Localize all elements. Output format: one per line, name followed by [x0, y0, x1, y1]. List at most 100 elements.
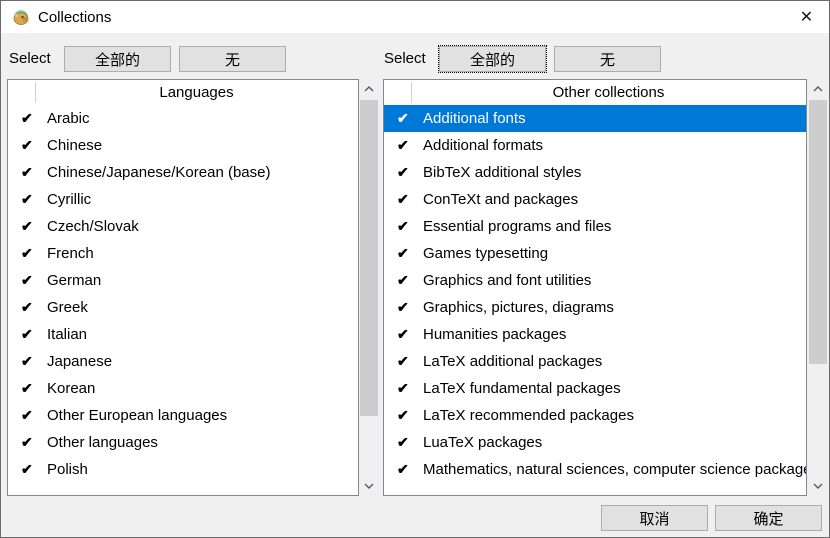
select-none-languages-button[interactable]: 无 [179, 46, 286, 72]
scroll-down-icon[interactable] [808, 476, 828, 496]
window-title: Collections [38, 9, 111, 26]
list-item-label: Japanese [47, 353, 112, 370]
list-item-label: Humanities packages [423, 326, 566, 343]
select-none-collections-button[interactable]: 无 [554, 46, 661, 72]
check-icon: ✔ [8, 407, 47, 424]
list-item[interactable]: ✔LuaTeX packages [384, 429, 806, 456]
texlive-lion-icon [12, 8, 30, 26]
check-icon: ✔ [384, 110, 423, 127]
list-item[interactable]: ✔Other languages [8, 429, 358, 456]
list-item[interactable]: ✔LaTeX recommended packages [384, 402, 806, 429]
check-icon: ✔ [8, 272, 47, 289]
close-button[interactable]: ✕ [784, 1, 829, 33]
list-item[interactable]: ✔Essential programs and files [384, 213, 806, 240]
check-icon: ✔ [384, 407, 423, 424]
list-item[interactable]: ✔Japanese [8, 348, 358, 375]
list-item[interactable]: ✔LaTeX additional packages [384, 348, 806, 375]
check-icon: ✔ [384, 353, 423, 370]
list-item-label: French [47, 245, 94, 262]
check-icon: ✔ [8, 218, 47, 235]
list-item[interactable]: ✔Games typesetting [384, 240, 806, 267]
list-item[interactable]: ✔French [8, 240, 358, 267]
list-item[interactable]: ✔LaTeX fundamental packages [384, 375, 806, 402]
check-icon: ✔ [384, 326, 423, 343]
select-label-left: Select [9, 50, 51, 67]
check-icon: ✔ [8, 110, 47, 127]
scroll-up-icon[interactable] [359, 79, 379, 99]
other-collections-list: ✔Additional fonts✔Additional formats✔Bib… [384, 105, 806, 483]
list-item[interactable]: ✔Polish [8, 456, 358, 483]
list-item[interactable]: ✔Arabic [8, 105, 358, 132]
list-item-label: Other European languages [47, 407, 227, 424]
select-label-right: Select [384, 50, 426, 67]
check-icon: ✔ [8, 191, 47, 208]
list-item-label: Korean [47, 380, 95, 397]
list-item[interactable]: ✔German [8, 267, 358, 294]
list-item[interactable]: ✔Chinese/Japanese/Korean (base) [8, 159, 358, 186]
list-item[interactable]: ✔ConTeXt and packages [384, 186, 806, 213]
list-item-label: Cyrillic [47, 191, 91, 208]
list-item-label: Additional fonts [423, 110, 526, 127]
list-item[interactable]: ✔BibTeX additional styles [384, 159, 806, 186]
check-icon: ✔ [384, 380, 423, 397]
collections-dialog: Collections ✕ Select 全部的 无 Select 全部的 无 … [0, 0, 830, 538]
scrollbar-thumb[interactable] [809, 100, 827, 364]
scroll-up-icon[interactable] [808, 79, 828, 99]
check-icon: ✔ [384, 461, 423, 478]
other-collections-panel: Other collections ✔Additional fonts✔Addi… [383, 79, 807, 496]
list-item[interactable]: ✔Cyrillic [8, 186, 358, 213]
select-all-languages-button[interactable]: 全部的 [64, 46, 171, 72]
languages-list: ✔Arabic✔Chinese✔Chinese/Japanese/Korean … [8, 105, 358, 483]
list-item[interactable]: ✔Greek [8, 294, 358, 321]
check-icon: ✔ [8, 164, 47, 181]
list-item-label: Chinese [47, 137, 102, 154]
other-collections-header[interactable]: Other collections [384, 80, 806, 105]
list-item[interactable]: ✔Other European languages [8, 402, 358, 429]
check-icon: ✔ [384, 218, 423, 235]
languages-header[interactable]: Languages [8, 80, 358, 105]
list-item[interactable]: ✔Graphics, pictures, diagrams [384, 294, 806, 321]
list-item-label: LaTeX recommended packages [423, 407, 634, 424]
list-item-label: Chinese/Japanese/Korean (base) [47, 164, 270, 181]
list-item-label: Additional formats [423, 137, 543, 154]
list-item-label: Italian [47, 326, 87, 343]
list-item[interactable]: ✔Chinese [8, 132, 358, 159]
list-item-label: Graphics and font utilities [423, 272, 591, 289]
check-icon: ✔ [8, 299, 47, 316]
list-item-label: Mathematics, natural sciences, computer … [423, 461, 806, 478]
list-item-label: ConTeXt and packages [423, 191, 578, 208]
list-item-label: LaTeX fundamental packages [423, 380, 621, 397]
list-item[interactable]: ✔Graphics and font utilities [384, 267, 806, 294]
ok-button[interactable]: 确定 [715, 505, 822, 531]
scroll-down-icon[interactable] [359, 476, 379, 496]
check-icon: ✔ [8, 137, 47, 154]
check-icon: ✔ [8, 245, 47, 262]
languages-panel: Languages ✔Arabic✔Chinese✔Chinese/Japane… [7, 79, 359, 496]
list-item[interactable]: ✔Korean [8, 375, 358, 402]
list-item-label: Greek [47, 299, 88, 316]
list-item-label: German [47, 272, 101, 289]
list-item-label: BibTeX additional styles [423, 164, 581, 181]
cancel-button[interactable]: 取消 [601, 505, 708, 531]
list-item[interactable]: ✔Humanities packages [384, 321, 806, 348]
check-icon: ✔ [384, 191, 423, 208]
collections-scrollbar[interactable] [808, 79, 828, 496]
check-icon: ✔ [384, 434, 423, 451]
scrollbar-thumb[interactable] [360, 100, 378, 416]
check-icon: ✔ [384, 137, 423, 154]
list-item[interactable]: ✔Additional formats [384, 132, 806, 159]
list-item-label: Arabic [47, 110, 90, 127]
list-item-label: Essential programs and files [423, 218, 611, 235]
check-icon: ✔ [8, 461, 47, 478]
check-icon: ✔ [384, 164, 423, 181]
languages-scrollbar[interactable] [359, 79, 379, 496]
check-icon: ✔ [8, 434, 47, 451]
list-item-label: Graphics, pictures, diagrams [423, 299, 614, 316]
title-bar: Collections ✕ [1, 1, 829, 33]
list-item[interactable]: ✔Italian [8, 321, 358, 348]
list-item[interactable]: ✔Additional fonts [384, 105, 806, 132]
list-item[interactable]: ✔Mathematics, natural sciences, computer… [384, 456, 806, 483]
list-item[interactable]: ✔Czech/Slovak [8, 213, 358, 240]
check-icon: ✔ [8, 380, 47, 397]
select-all-collections-button[interactable]: 全部的 [439, 46, 546, 72]
